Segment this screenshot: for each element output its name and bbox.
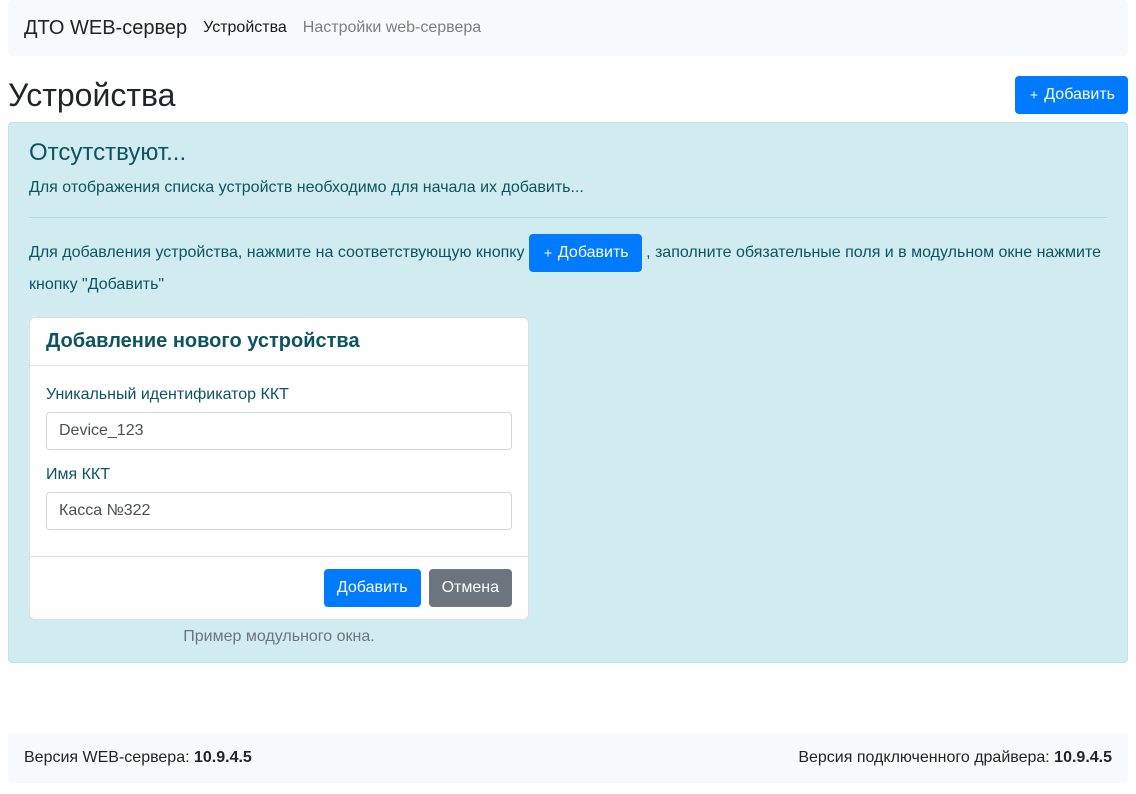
footer: Версия WEB-сервера: 10.9.4.5 Версия подк…: [8, 733, 1128, 783]
add-device-modal: Добавление нового устройства Уникальный …: [29, 317, 529, 620]
device-name-label: Имя ККТ: [46, 466, 512, 484]
plus-icon: [542, 247, 554, 259]
device-id-input[interactable]: [46, 412, 512, 450]
driver-version-value: 10.9.4.5: [1054, 749, 1112, 766]
alert-message-1: Для отображения списка устройств необход…: [29, 175, 1107, 201]
page-header: Устройства Добавить: [8, 76, 1128, 114]
add-device-inline-button[interactable]: Добавить: [529, 234, 642, 272]
page-title: Устройства: [8, 77, 175, 114]
web-version: Версия WEB-сервера: 10.9.4.5: [24, 749, 252, 767]
nav-link-settings[interactable]: Настройки web-сервера: [303, 19, 481, 37]
alert-heading: Отсутствуют...: [29, 139, 1107, 167]
modal-submit-button[interactable]: Добавить: [324, 569, 421, 607]
alert-text-before: Для добавления устройства, нажмите на со…: [29, 244, 529, 261]
add-device-button-label: Добавить: [1044, 83, 1115, 107]
modal-title: Добавление нового устройства: [30, 318, 528, 366]
alert-divider: [29, 217, 1107, 218]
add-device-button[interactable]: Добавить: [1015, 76, 1128, 114]
nav-link-devices[interactable]: Устройства: [203, 19, 287, 37]
modal-caption: Пример модульного окна.: [29, 628, 529, 646]
driver-version: Версия подключенного драйвера: 10.9.4.5: [798, 749, 1112, 767]
web-version-label: Версия WEB-сервера:: [24, 749, 194, 766]
device-name-input[interactable]: [46, 492, 512, 530]
device-id-label: Уникальный идентификатор ККТ: [46, 386, 512, 404]
plus-icon: [1028, 89, 1040, 101]
navbar: ДТО WEB-сервер Устройства Настройки web-…: [8, 0, 1128, 56]
empty-alert: Отсутствуют... Для отображения списка ус…: [8, 122, 1128, 663]
driver-version-label: Версия подключенного драйвера:: [798, 749, 1054, 766]
modal-cancel-button[interactable]: Отмена: [429, 569, 512, 607]
web-version-value: 10.9.4.5: [194, 749, 252, 766]
alert-message-2: Для добавления устройства, нажмите на со…: [29, 234, 1107, 298]
navbar-brand[interactable]: ДТО WEB-сервер: [24, 17, 187, 40]
add-device-inline-button-label: Добавить: [558, 241, 629, 265]
